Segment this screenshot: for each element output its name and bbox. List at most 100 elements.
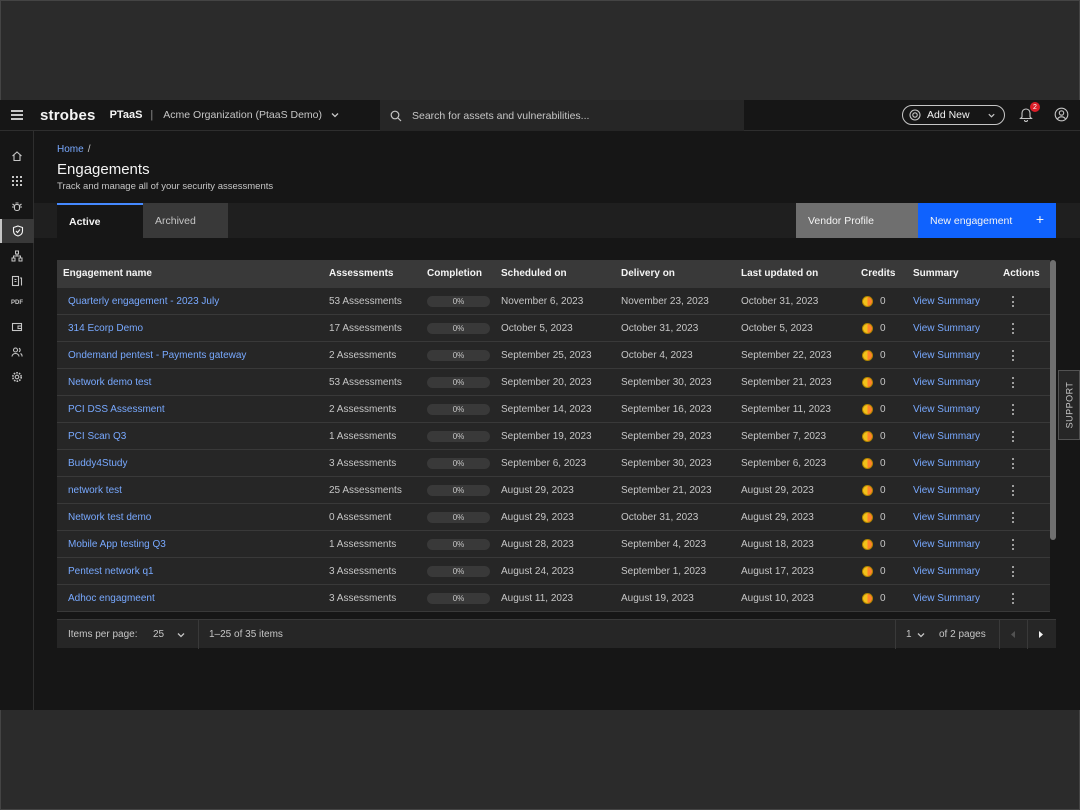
delivery-date: August 19, 2023 xyxy=(621,593,694,604)
overflow-menu-icon[interactable] xyxy=(1012,511,1015,524)
report-icon[interactable] xyxy=(0,269,34,293)
network-tree-icon[interactable] xyxy=(0,244,34,268)
add-new-label: Add New xyxy=(927,109,970,121)
engagement-name-link[interactable]: Buddy4Study xyxy=(68,450,128,477)
engagement-name-link[interactable]: PCI DSS Assessment xyxy=(68,396,165,423)
scheduled-date: August 28, 2023 xyxy=(501,539,574,550)
logo[interactable]: strobes xyxy=(40,107,96,124)
view-summary-link[interactable]: View Summary xyxy=(913,585,980,612)
table-row[interactable]: Mobile App testing Q3 1 Assessments 0% A… xyxy=(57,531,1050,558)
page-select[interactable]: 1 xyxy=(906,620,912,649)
table-row[interactable]: PCI DSS Assessment 2 Assessments 0% Sept… xyxy=(57,396,1050,423)
overflow-menu-icon[interactable] xyxy=(1012,484,1015,497)
header-delivery-on[interactable]: Delivery on xyxy=(621,260,675,288)
table-row[interactable]: network test 25 Assessments 0% August 29… xyxy=(57,477,1050,504)
tab-active[interactable]: Active xyxy=(57,203,143,238)
menu-icon[interactable] xyxy=(0,100,34,131)
table-row[interactable]: Ondemand pentest - Payments gateway 2 As… xyxy=(57,342,1050,369)
header-engagement-name[interactable]: Engagement name xyxy=(63,260,152,288)
users-icon[interactable] xyxy=(0,340,34,364)
search-input[interactable]: Search for assets and vulnerabilities... xyxy=(380,100,744,131)
header-last-updated[interactable]: Last updated on xyxy=(741,260,818,288)
delivery-date: September 29, 2023 xyxy=(621,431,712,442)
view-summary-link[interactable]: View Summary xyxy=(913,558,980,585)
overflow-menu-icon[interactable] xyxy=(1012,403,1015,416)
chevron-down-icon[interactable] xyxy=(330,110,340,120)
view-summary-link[interactable]: View Summary xyxy=(913,477,980,504)
overflow-menu-icon[interactable] xyxy=(1012,592,1015,605)
table-row[interactable]: Pentest network q1 3 Assessments 0% Augu… xyxy=(57,558,1050,585)
credits-value: 0 xyxy=(880,458,886,469)
delivery-date: October 31, 2023 xyxy=(621,323,699,334)
assessments-count: 0 Assessment xyxy=(329,512,392,523)
breadcrumb-slash: / xyxy=(87,144,91,155)
engagement-name-link[interactable]: Mobile App testing Q3 xyxy=(68,531,166,558)
gear-icon[interactable] xyxy=(0,365,34,389)
add-new-button[interactable]: Add New xyxy=(902,105,1005,125)
shield-icon[interactable] xyxy=(0,219,34,243)
table-scrollbar[interactable] xyxy=(1050,260,1056,540)
engagement-name-link[interactable]: Ondemand pentest - Payments gateway xyxy=(68,342,246,369)
table-row[interactable]: 314 Ecorp Demo 17 Assessments 0% October… xyxy=(57,315,1050,342)
header-scheduled-on[interactable]: Scheduled on xyxy=(501,260,567,288)
vendor-profile-button[interactable]: Vendor Profile xyxy=(796,203,918,238)
header-completion[interactable]: Completion xyxy=(427,260,482,288)
table-row[interactable]: Buddy4Study 3 Assessments 0% September 6… xyxy=(57,450,1050,477)
engagement-name-link[interactable]: Adhoc engagmeent xyxy=(68,585,155,612)
tab-archived[interactable]: Archived xyxy=(143,203,228,238)
caret-left-icon[interactable] xyxy=(1009,630,1017,639)
completion-progress: 0% xyxy=(427,539,490,550)
breadcrumb-home[interactable]: Home xyxy=(57,144,84,155)
view-summary-link[interactable]: View Summary xyxy=(913,288,980,315)
table-row[interactable]: Network demo test 53 Assessments 0% Sept… xyxy=(57,369,1050,396)
engagement-name-link[interactable]: Network demo test xyxy=(68,369,151,396)
credits-coin-icon xyxy=(862,377,873,388)
header-credits[interactable]: Credits xyxy=(861,260,895,288)
table-row[interactable]: Adhoc engagmeent 3 Assessments 0% August… xyxy=(57,585,1050,612)
header-assessments[interactable]: Assessments xyxy=(329,260,393,288)
overflow-menu-icon[interactable] xyxy=(1012,349,1015,362)
user-avatar-icon[interactable] xyxy=(1054,107,1069,127)
support-tab[interactable]: SUPPORT xyxy=(1058,370,1080,440)
view-summary-link[interactable]: View Summary xyxy=(913,369,980,396)
overflow-menu-icon[interactable] xyxy=(1012,565,1015,578)
new-engagement-button[interactable]: New engagement + xyxy=(918,203,1056,238)
overflow-menu-icon[interactable] xyxy=(1012,538,1015,551)
view-summary-link[interactable]: View Summary xyxy=(913,396,980,423)
overflow-menu-icon[interactable] xyxy=(1012,295,1015,308)
items-per-page-select[interactable]: 25 xyxy=(153,620,164,649)
table-row[interactable]: Quarterly engagement - 2023 July 53 Asse… xyxy=(57,288,1050,315)
pagination-bar: Items per page: 25 1–25 of 35 items 1 of… xyxy=(57,619,1056,649)
view-summary-link[interactable]: View Summary xyxy=(913,531,980,558)
bug-icon[interactable] xyxy=(0,195,34,219)
pdf-icon[interactable]: PDF xyxy=(0,291,34,315)
credits-value: 0 xyxy=(880,431,886,442)
pagination-divider xyxy=(1027,620,1028,649)
org-selector[interactable]: Acme Organization (PtaaS Demo) xyxy=(163,109,322,121)
engagement-name-link[interactable]: network test xyxy=(68,477,122,504)
wallet-icon[interactable] xyxy=(0,315,34,339)
chevron-down-icon[interactable] xyxy=(916,630,926,640)
overflow-menu-icon[interactable] xyxy=(1012,376,1015,389)
delivery-date: November 23, 2023 xyxy=(621,296,709,307)
delivery-date: September 1, 2023 xyxy=(621,566,707,577)
view-summary-link[interactable]: View Summary xyxy=(913,504,980,531)
engagement-name-link[interactable]: Network test demo xyxy=(68,504,151,531)
overflow-menu-icon[interactable] xyxy=(1012,322,1015,335)
overflow-menu-icon[interactable] xyxy=(1012,430,1015,443)
engagement-name-link[interactable]: 314 Ecorp Demo xyxy=(68,315,143,342)
engagement-name-link[interactable]: Quarterly engagement - 2023 July xyxy=(68,288,219,315)
view-summary-link[interactable]: View Summary xyxy=(913,315,980,342)
apps-grid-icon[interactable] xyxy=(0,169,34,193)
table-row[interactable]: Network test demo 0 Assessment 0% August… xyxy=(57,504,1050,531)
view-summary-link[interactable]: View Summary xyxy=(913,423,980,450)
caret-right-icon[interactable] xyxy=(1037,630,1045,639)
engagement-name-link[interactable]: PCI Scan Q3 xyxy=(68,423,126,450)
home-icon[interactable] xyxy=(0,144,34,168)
engagement-name-link[interactable]: Pentest network q1 xyxy=(68,558,154,585)
view-summary-link[interactable]: View Summary xyxy=(913,342,980,369)
table-row[interactable]: PCI Scan Q3 1 Assessments 0% September 1… xyxy=(57,423,1050,450)
chevron-down-icon[interactable] xyxy=(176,630,186,640)
view-summary-link[interactable]: View Summary xyxy=(913,450,980,477)
overflow-menu-icon[interactable] xyxy=(1012,457,1015,470)
